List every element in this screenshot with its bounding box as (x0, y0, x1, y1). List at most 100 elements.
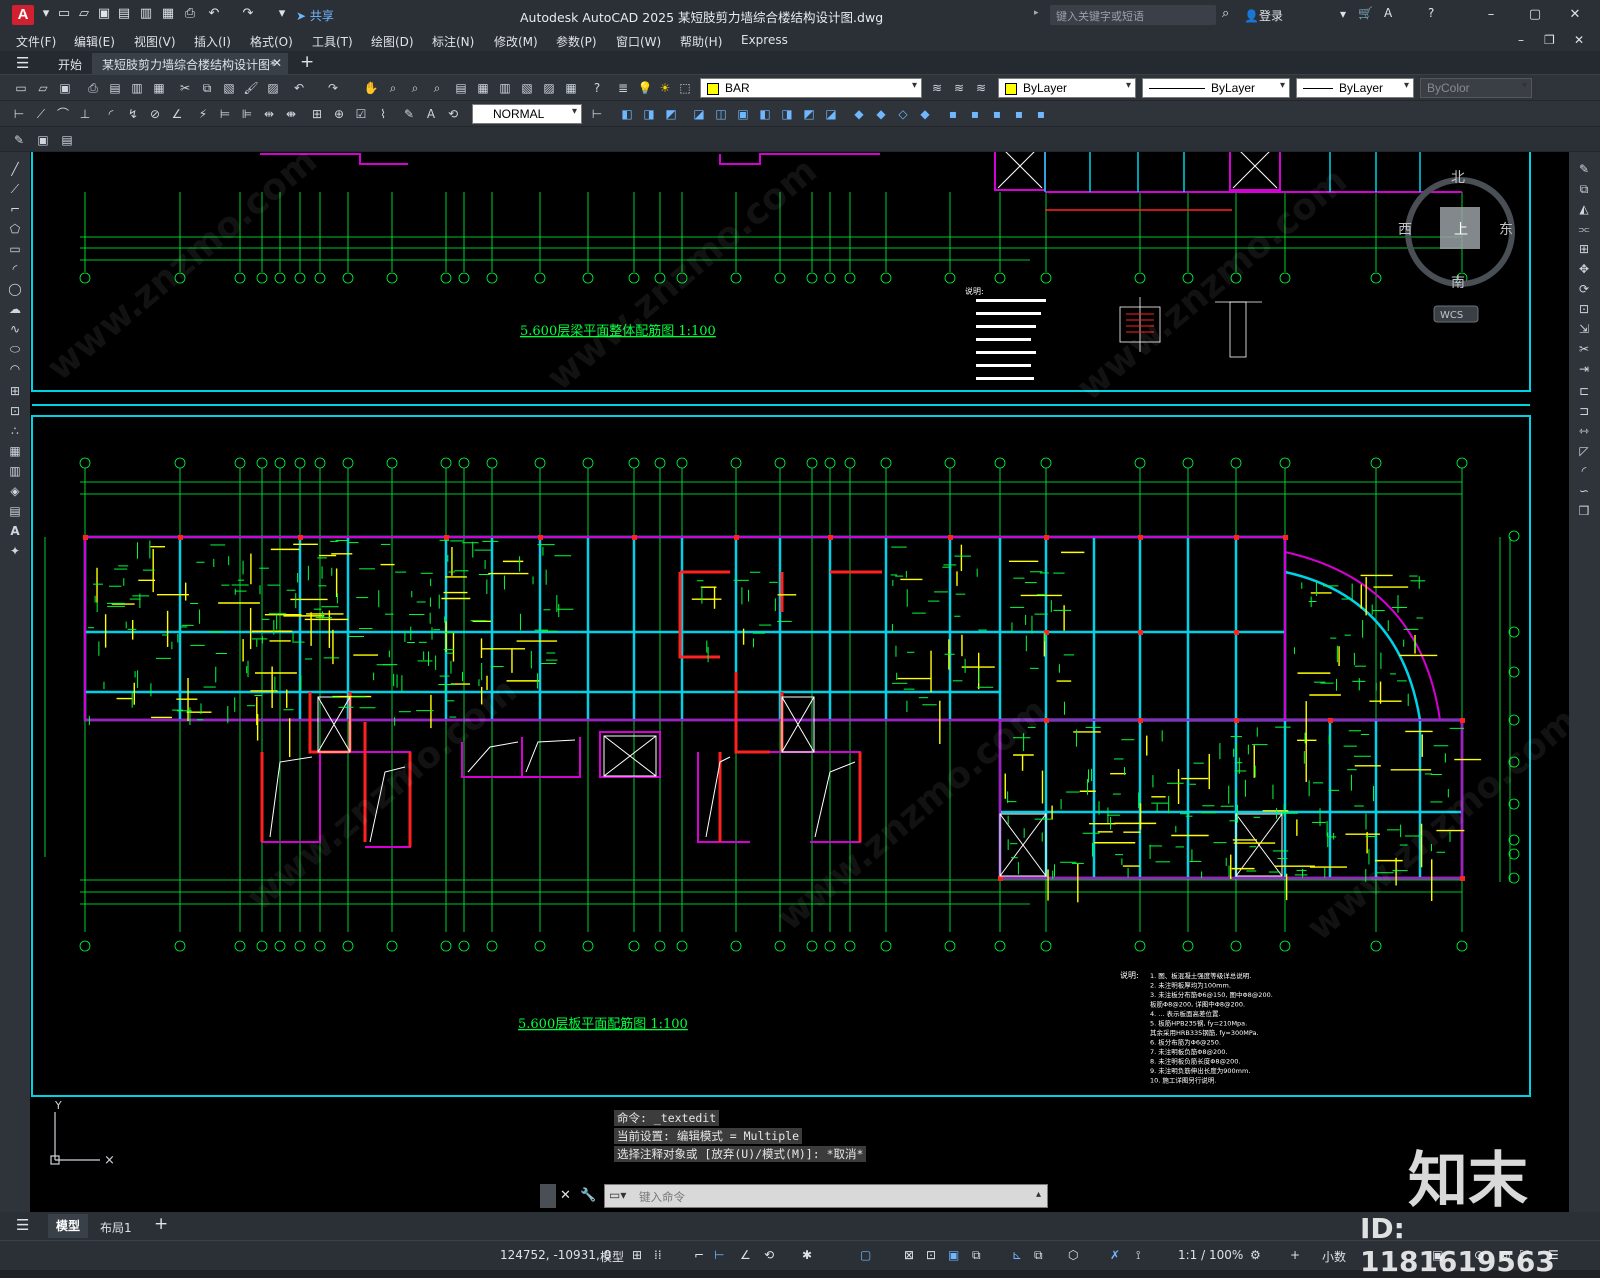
arc-icon[interactable]: ◜ (5, 260, 25, 278)
tb-open-icon[interactable]: ▱ (34, 79, 52, 97)
menu-express[interactable]: Express (741, 33, 788, 47)
center-mark-icon[interactable]: ⊕ (330, 105, 348, 123)
layout-menu-icon[interactable]: ☰ (16, 1216, 29, 1234)
rectangle-icon[interactable]: ▭ (5, 240, 25, 258)
viewcube-top[interactable]: 上 (1454, 222, 1468, 238)
close-button[interactable]: ✕ (1562, 6, 1588, 24)
ellipse-arc-icon[interactable]: ◠ (5, 360, 25, 378)
move-icon[interactable]: ✥ (1574, 260, 1594, 278)
dim-jogged-icon[interactable]: ↯ (124, 105, 142, 123)
snap-icon[interactable]: ⁞⁞ (654, 1248, 662, 1262)
tb-block-icon[interactable]: ▨ (264, 79, 282, 97)
layer-dropdown[interactable]: BAR ▾ (700, 78, 922, 98)
annotation-visibility-icon[interactable]: ⬡ (1068, 1248, 1078, 1262)
customize-arrow-icon[interactable]: ▾ (274, 6, 290, 22)
dim-quick-icon[interactable]: ⚡ (194, 105, 212, 123)
save-ref-icon[interactable]: ▣ (34, 131, 52, 149)
selection-cycle-icon[interactable]: ⊡ (926, 1248, 936, 1262)
cart-icon[interactable]: 🛒 (1358, 6, 1373, 20)
viewcube-north[interactable]: 北 (1451, 170, 1465, 186)
tb-layer-freeze-icon[interactable]: ☀ (656, 79, 674, 97)
polyline-icon[interactable]: ⌐ (5, 200, 25, 218)
break-icon[interactable]: ⊐ (1574, 402, 1594, 420)
tb-layer-previous-icon[interactable]: ≋ (950, 79, 968, 97)
autodesk-account-icon[interactable]: A (1384, 6, 1392, 20)
tb-zoom-window-icon[interactable]: ⌕ (406, 79, 424, 97)
open-file-icon[interactable]: ▱ (76, 6, 92, 22)
command-customize-icon[interactable]: 🔧 (580, 1188, 596, 1203)
annotation-autoscale-icon[interactable]: ⟟ (1136, 1248, 1140, 1263)
selection-filter-icon[interactable]: ⊾ (1012, 1248, 1022, 1262)
dim-arc-icon[interactable]: ⌒ (54, 105, 72, 123)
grid-icon[interactable]: ⊞ (632, 1248, 642, 1262)
login-button[interactable]: 👤登录 (1244, 7, 1283, 24)
ucs-face-icon[interactable]: ▪ (1010, 105, 1028, 123)
annotation-scale-value[interactable]: 1:1 / 100% (1178, 1248, 1243, 1262)
lineweight-icon[interactable]: ▢ (860, 1248, 871, 1262)
dim-style-icon[interactable]: ⊢ (588, 105, 606, 123)
minimize-button[interactable]: – (1478, 6, 1504, 24)
view-nw-iso-icon[interactable]: ◪ (822, 105, 840, 123)
tb-new-icon[interactable]: ▭ (12, 79, 30, 97)
ellipse-icon[interactable]: ⬭ (5, 340, 25, 358)
gizmo-icon[interactable]: ⧉ (1034, 1248, 1043, 1263)
workspace-icon[interactable]: ⚙ (1250, 1248, 1261, 1262)
model-space-toggle[interactable]: 模型 (600, 1248, 624, 1265)
erase-icon[interactable]: ✎ (1574, 160, 1594, 178)
menu-tools[interactable]: 工具(T) (312, 33, 353, 50)
tb-save-icon[interactable]: ▣ (56, 79, 74, 97)
view-left-icon[interactable]: ◩ (662, 105, 680, 123)
line-icon[interactable]: ╱ (5, 160, 25, 178)
dim-radius-icon[interactable]: ◜ (102, 105, 120, 123)
revcloud-icon[interactable]: ☁ (5, 300, 25, 318)
dim-diameter-icon[interactable]: ⊘ (146, 105, 164, 123)
drawing-canvas[interactable]: 5.600层梁平面整体配筋图 1:100 说明: 说明: 1. 图、板混凝土强度… (30, 152, 1569, 1212)
menu-format[interactable]: 格式(O) (250, 33, 293, 50)
close-ref-icon[interactable]: ▤ (58, 131, 76, 149)
fillet-icon[interactable]: ◜ (1574, 462, 1594, 480)
tb-pan-icon[interactable]: ✋ (362, 79, 380, 97)
lower-notes-heading[interactable]: 说明: (1120, 970, 1139, 980)
command-grip[interactable] (540, 1184, 556, 1208)
dim-break-icon[interactable]: ⇼ (282, 105, 300, 123)
point-icon[interactable]: ∴ (5, 422, 25, 440)
search-input[interactable]: 键入关键字或短语 (1050, 5, 1216, 25)
dim-text-edit-icon[interactable]: A (422, 105, 440, 123)
view-right-icon[interactable]: ◪ (690, 105, 708, 123)
explode-icon[interactable]: ❒ (1574, 502, 1594, 520)
tab-close-icon[interactable]: ✕ (272, 56, 282, 70)
tab-start[interactable]: 开始 (48, 53, 92, 75)
spline-icon[interactable]: ∿ (5, 320, 25, 338)
visual-style-3d-icon[interactable]: ◆ (872, 105, 890, 123)
visual-style-realistic-icon[interactable]: ◆ (916, 105, 934, 123)
tb-toolpalettes-icon[interactable]: ▥ (496, 79, 514, 97)
doc-close-icon[interactable]: ✕ (1574, 33, 1584, 47)
blend-icon[interactable]: ∽ (1574, 482, 1594, 500)
tb-plot-icon[interactable]: ⎙ (84, 79, 102, 97)
annotation-monitor-icon[interactable]: + (1290, 1248, 1300, 1262)
break-point-icon[interactable]: ⊏ (1574, 382, 1594, 400)
chamfer-icon[interactable]: ◸ (1574, 442, 1594, 460)
tb-layer-manager-icon[interactable]: ≣ (614, 79, 632, 97)
save-as-icon[interactable]: ▤ (116, 6, 132, 22)
units-value[interactable]: 小数 (1322, 1248, 1346, 1265)
command-history-arrow-icon[interactable]: ▴ (1036, 1189, 1041, 1200)
hatch-icon[interactable]: ▦ (5, 442, 25, 460)
tb-calculator-icon[interactable]: ▦ (562, 79, 580, 97)
search-icon[interactable]: ⌕ (1222, 6, 1229, 21)
trim-icon[interactable]: ✂ (1574, 340, 1594, 358)
tb-designcenter-icon[interactable]: ▦ (474, 79, 492, 97)
tb-properties-icon[interactable]: ▤ (452, 79, 470, 97)
viewcube-south[interactable]: 南 (1451, 275, 1465, 291)
circle-icon[interactable]: ◯ (5, 280, 25, 298)
extend-icon[interactable]: ⇥ (1574, 360, 1594, 378)
tab-drawing[interactable]: 某短肢剪力墙综合楼结构设计图* ✕ (92, 53, 288, 75)
table-icon[interactable]: ▤ (5, 502, 25, 520)
tb-preview-icon[interactable]: ▤ (106, 79, 124, 97)
viewcube-west[interactable]: 西 (1398, 222, 1412, 238)
view-front-icon[interactable]: ◫ (712, 105, 730, 123)
dim-space-icon[interactable]: ⇹ (260, 105, 278, 123)
ortho-icon[interactable]: ⌐ (694, 1248, 704, 1262)
dim-continue-icon[interactable]: ⊫ (238, 105, 256, 123)
tab-layout1[interactable]: 布局1 (100, 1219, 132, 1236)
